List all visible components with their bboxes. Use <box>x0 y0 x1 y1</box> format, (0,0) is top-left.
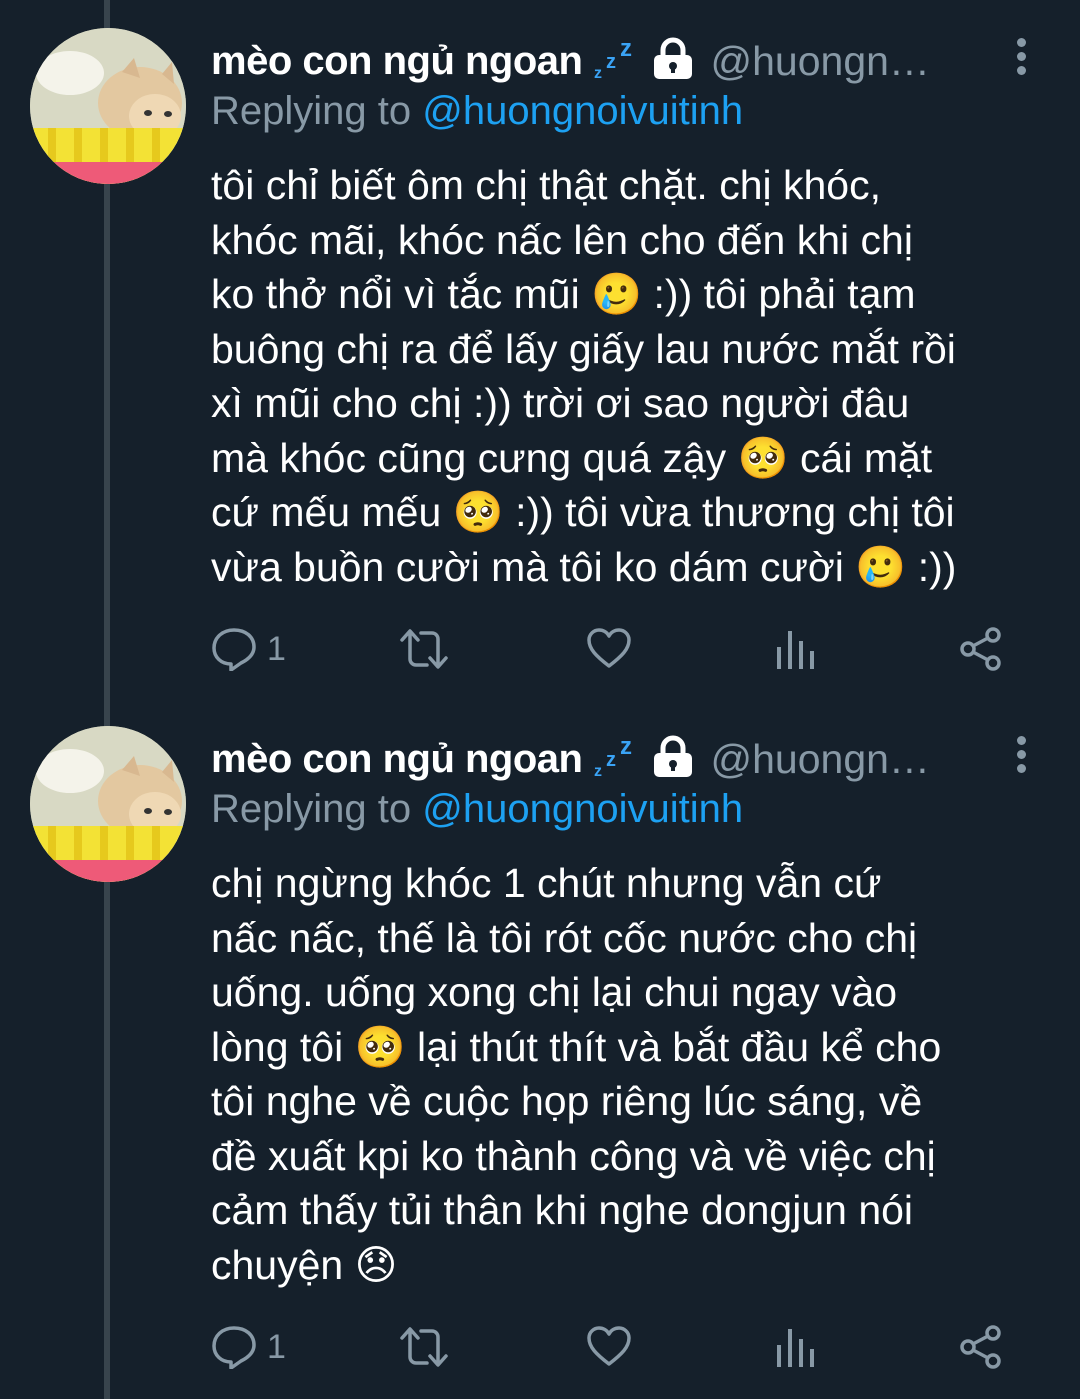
avatar-kitten-image <box>30 726 186 882</box>
heart-icon <box>587 1326 631 1366</box>
share-button[interactable] <box>959 627 1003 671</box>
display-name[interactable]: mèo con ngủ ngoan <box>211 39 583 84</box>
tweet-actions: 1 <box>211 1325 1011 1371</box>
replying-to-label: Replying to <box>211 787 412 831</box>
tweet-header: mèo con ngủ ngoan z z z @huongn… <box>211 35 1080 86</box>
replying-to-link[interactable]: @huongnoivuitinh <box>422 787 743 831</box>
heart-icon <box>587 628 631 668</box>
avatar[interactable] <box>30 28 186 184</box>
zzz-emoji-icon: z z z <box>594 733 638 783</box>
svg-text:z: z <box>620 736 632 760</box>
reply-count: 1 <box>267 629 286 668</box>
svg-text:z: z <box>606 749 616 771</box>
more-options-icon[interactable] <box>1014 736 1028 778</box>
svg-text:z: z <box>594 65 602 80</box>
more-options-icon[interactable] <box>1014 38 1028 80</box>
analytics-icon <box>777 631 814 669</box>
retweet-icon <box>400 1327 448 1367</box>
tweet-header: mèo con ngủ ngoan z z z @huongn… <box>211 733 1080 784</box>
share-icon <box>960 1325 1001 1369</box>
svg-text:z: z <box>606 51 616 73</box>
like-button[interactable] <box>586 1325 632 1367</box>
analytics-button[interactable] <box>775 627 817 671</box>
tweet-actions: 1 <box>211 627 1011 673</box>
reply-button[interactable]: 1 <box>211 1325 286 1369</box>
like-button[interactable] <box>586 627 632 669</box>
svg-text:z: z <box>620 38 632 62</box>
reply-button[interactable]: 1 <box>211 627 286 671</box>
replying-to: Replying to @huongnoivuitinh <box>211 787 743 832</box>
retweet-icon <box>400 629 448 669</box>
reply-count: 1 <box>267 1327 286 1366</box>
lock-icon <box>650 735 696 784</box>
avatar[interactable] <box>30 726 186 882</box>
retweet-button[interactable] <box>397 1325 451 1369</box>
replying-to-link[interactable]: @huongnoivuitinh <box>422 89 743 133</box>
thread-line <box>104 0 110 1399</box>
share-button[interactable] <box>959 1325 1003 1369</box>
zzz-emoji-icon: z z z <box>594 35 638 85</box>
avatar-kitten-image <box>30 28 186 184</box>
analytics-button[interactable] <box>775 1325 817 1369</box>
lock-icon <box>650 37 696 86</box>
replying-to: Replying to @huongnoivuitinh <box>211 89 743 134</box>
tweet-text: tôi chỉ biết ôm chị thật chặt. chị khóc,… <box>211 162 957 590</box>
reply-icon <box>212 628 256 671</box>
display-name[interactable]: mèo con ngủ ngoan <box>211 737 583 782</box>
retweet-button[interactable] <box>397 627 451 671</box>
replying-to-label: Replying to <box>211 89 412 133</box>
analytics-icon <box>777 1329 814 1367</box>
share-icon <box>960 627 1001 671</box>
svg-text:z: z <box>594 763 602 778</box>
reply-icon <box>212 1326 256 1369</box>
user-handle[interactable]: @huongn… <box>710 736 929 783</box>
user-handle[interactable]: @huongn… <box>710 38 929 85</box>
tweet-text: chị ngừng khóc 1 chút nhưng vẫn cứ nấc n… <box>211 860 942 1288</box>
